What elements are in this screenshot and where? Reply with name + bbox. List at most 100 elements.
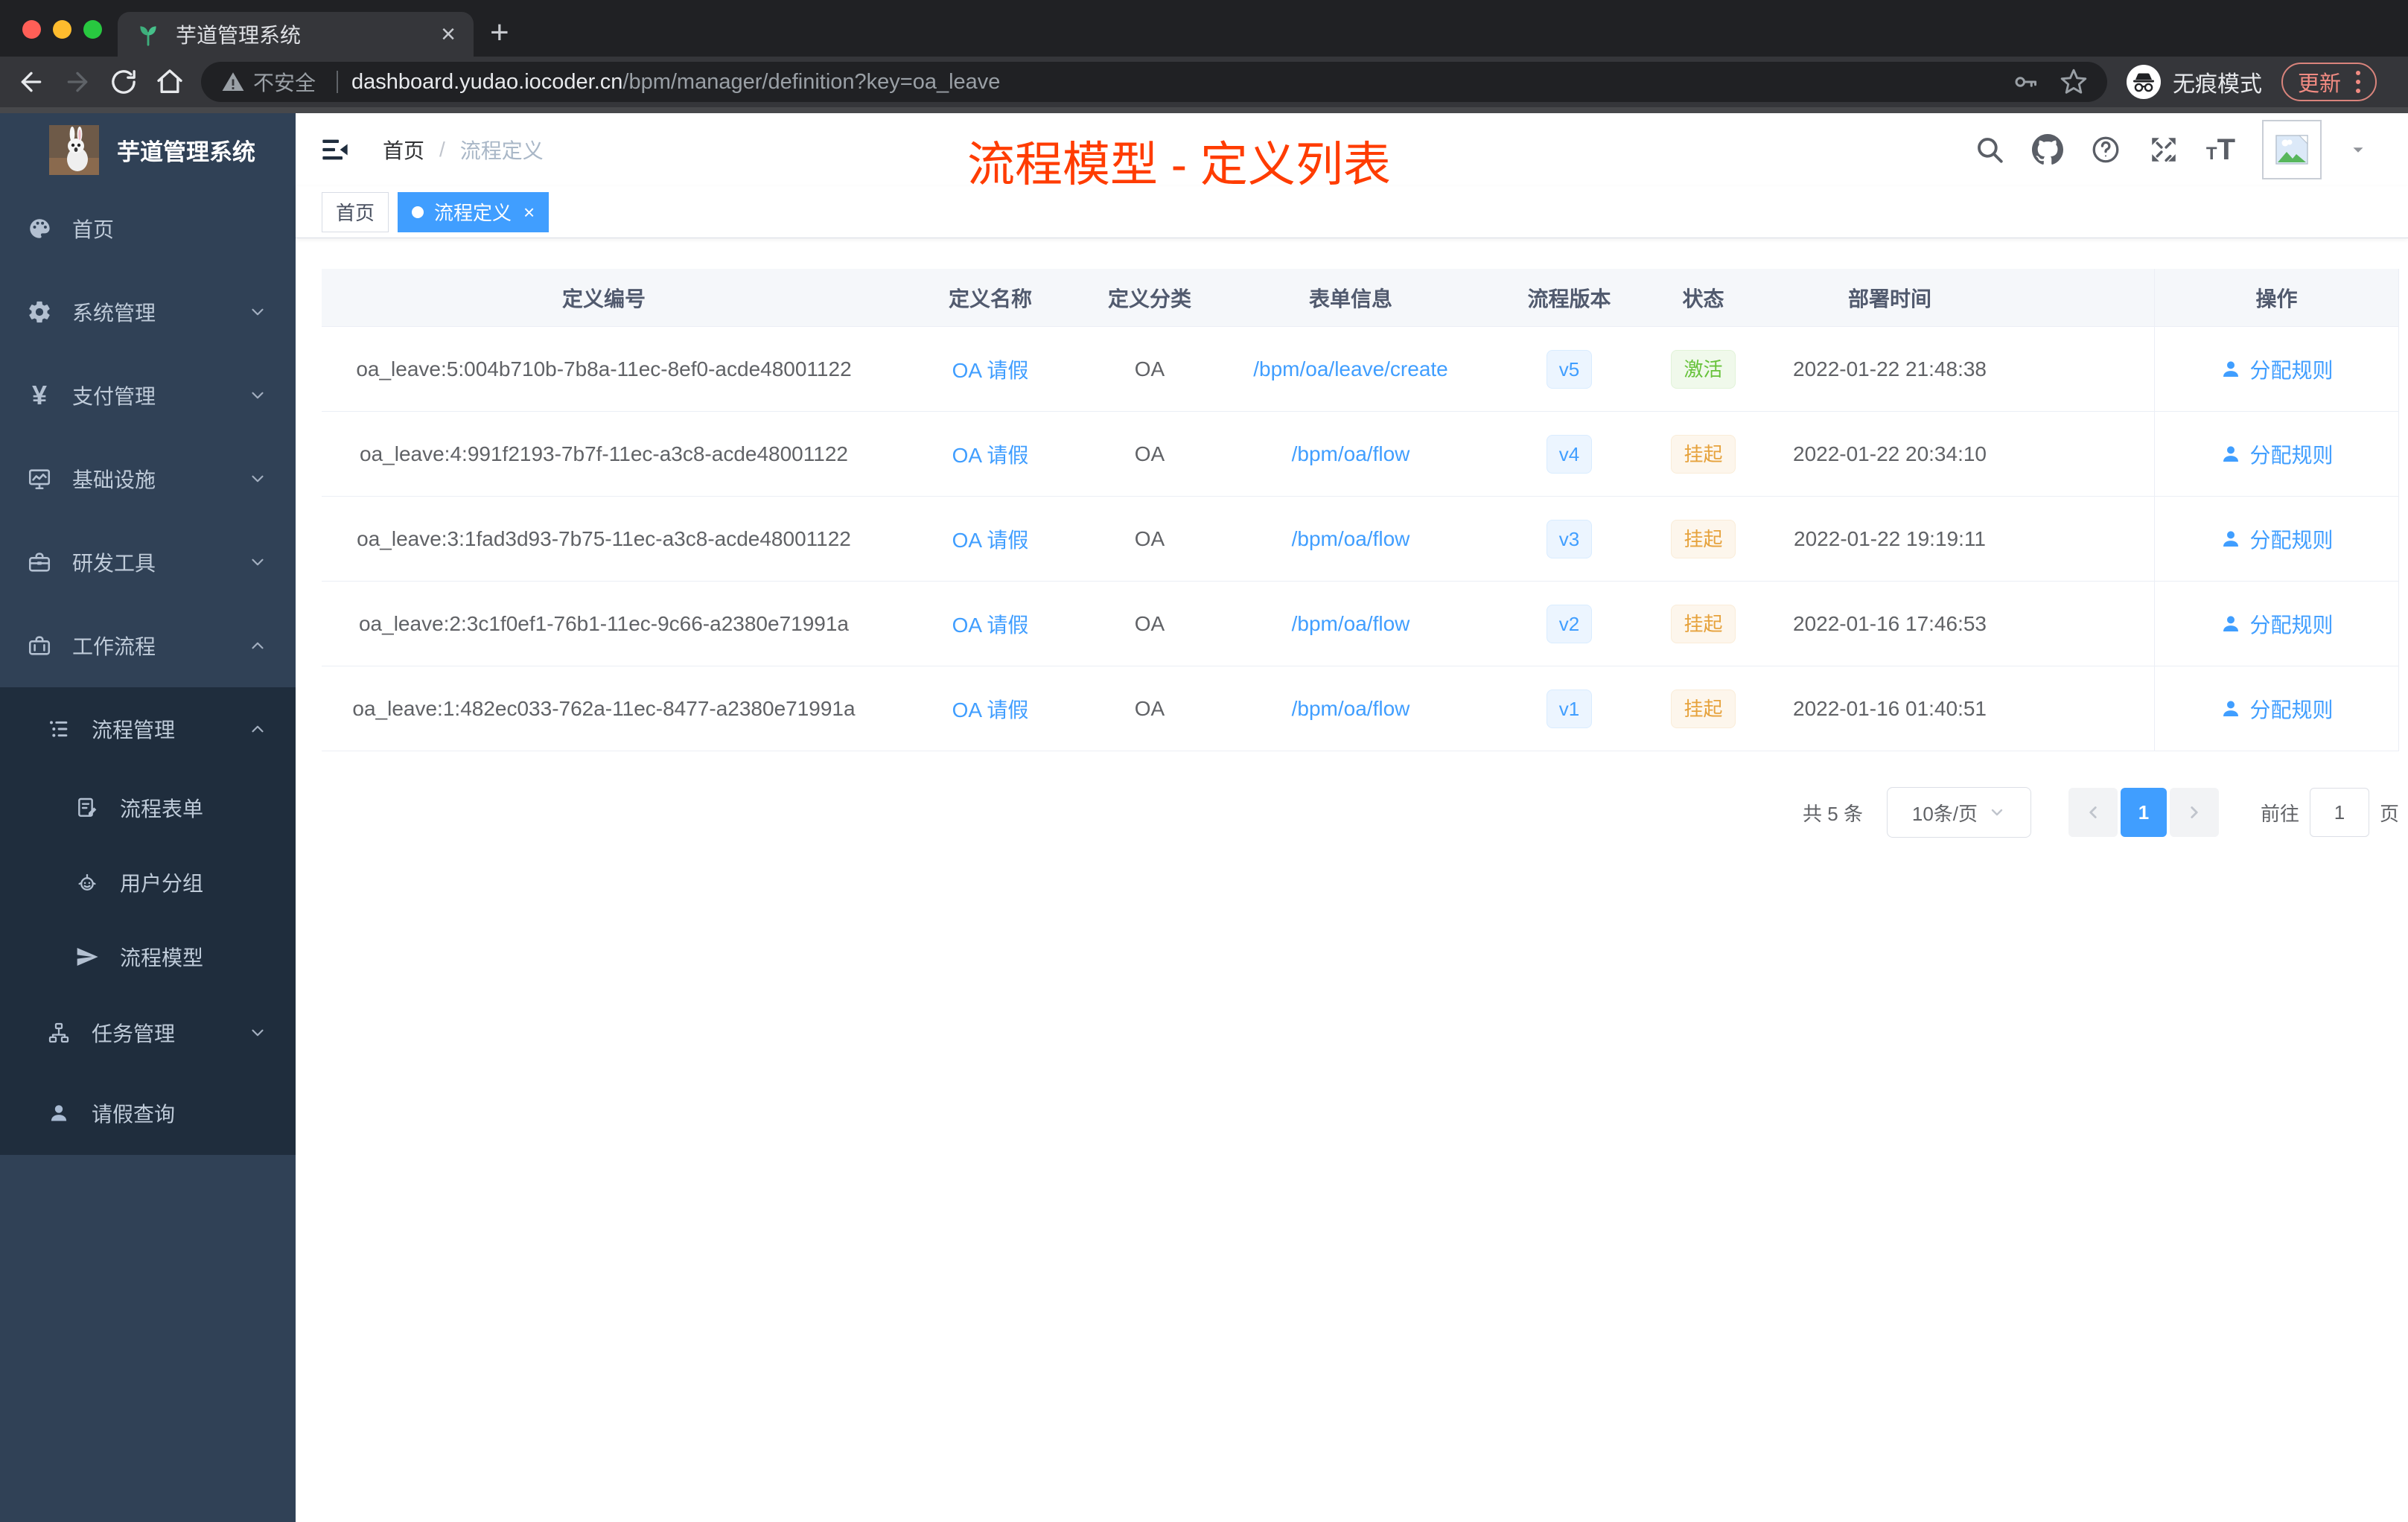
gear-icon (27, 299, 52, 325)
column-header: 状态 (1682, 287, 1724, 311)
pagination: 共 5 条 10条/页 1 前往 页 (322, 787, 2399, 838)
deploy-time: 2022-01-16 17:46:53 (1793, 611, 1987, 635)
form-link[interactable]: /bpm/oa/flow (1292, 527, 1410, 551)
sidebar-item-process-form[interactable]: 流程表单 (0, 771, 296, 845)
chevron-down-icon (1991, 809, 2003, 816)
tag-process-definition[interactable]: 流程定义 × (398, 191, 550, 232)
assign-rule-link[interactable]: 分配规则 (2220, 439, 2334, 469)
definition-category: OA (1134, 526, 1165, 550)
help-icon[interactable] (2090, 134, 2121, 165)
avatar-caret-icon[interactable] (2348, 140, 2368, 159)
definition-id: oa_leave:2:3c1f0ef1-76b1-11ec-9c66-a2380… (358, 611, 849, 635)
fullscreen-icon[interactable] (2148, 134, 2179, 165)
update-label[interactable]: 更新 (2298, 66, 2341, 98)
form-link[interactable]: /bpm/oa/flow (1292, 442, 1410, 466)
tag-close-icon[interactable]: × (523, 203, 535, 222)
status-badge: 挂起 (1671, 519, 1736, 558)
toolbox-icon (27, 550, 52, 575)
tab-close-icon[interactable]: × (441, 22, 456, 47)
column-header: 定义编号 (561, 287, 646, 311)
prev-page-button[interactable] (2068, 788, 2118, 837)
version-badge: v1 (1546, 689, 1593, 728)
form-link[interactable]: /bpm/oa/flow (1292, 697, 1410, 721)
next-page-button[interactable] (2169, 788, 2219, 837)
chevron-down-icon (248, 302, 267, 322)
url-divider (337, 71, 339, 93)
person-icon (46, 1101, 71, 1126)
page-number-button[interactable]: 1 (2120, 788, 2167, 837)
chevron-down-icon (248, 1023, 267, 1042)
robot-face-icon (74, 870, 100, 895)
sidebar-item-leave-query[interactable]: 请假查询 (0, 1072, 296, 1155)
reload-icon[interactable] (109, 67, 138, 97)
window-minimize-button[interactable] (53, 20, 71, 39)
definition-name-link[interactable]: OA 请假 (952, 354, 1029, 384)
deploy-time: 2022-01-22 21:48:38 (1793, 357, 1987, 380)
sidebar-item-process-model[interactable]: 流程模型 (0, 920, 296, 994)
breadcrumb-home[interactable]: 首页 (383, 135, 424, 165)
incognito-label: 无痕模式 (2173, 72, 2262, 97)
definition-name-link[interactable]: OA 请假 (952, 524, 1029, 554)
sidebar-item-label: 工作流程 (72, 635, 156, 658)
sidebar-item-process-management[interactable]: 流程管理 (0, 687, 296, 771)
sidebar-item-system[interactable]: 系统管理 (0, 270, 296, 354)
chevron-up-icon (248, 719, 267, 739)
window-close-button[interactable] (22, 20, 41, 39)
version-badge: v2 (1546, 604, 1593, 643)
workflow-submenu: 流程管理 流程表单 用户分组 流程模型 任务管理 请假查询 (0, 687, 296, 1155)
column-header: 操作 (2154, 269, 2399, 326)
version-badge: v3 (1546, 519, 1593, 558)
form-link[interactable]: /bpm/oa/flow (1292, 612, 1410, 636)
page-unit-label: 页 (2379, 802, 2399, 825)
url-host: dashboard.yudao.iocoder.cn (351, 69, 623, 94)
assign-rule-link[interactable]: 分配规则 (2220, 694, 2334, 724)
sidebar-logo[interactable]: 芋道管理系统 (0, 113, 296, 187)
table-row: oa_leave:5:004b710b-7b8a-11ec-8ef0-acde4… (322, 327, 2399, 412)
sidebar-item-label: 基础设施 (72, 468, 156, 491)
definition-category: OA (1134, 611, 1165, 635)
home-icon[interactable] (155, 67, 185, 97)
breadcrumb-current: 流程定义 (459, 139, 544, 162)
back-icon[interactable] (16, 67, 46, 97)
sidebar-item-infrastructure[interactable]: 基础设施 (0, 437, 296, 520)
definition-table: 定义编号 定义名称 定义分类 表单信息 流程版本 状态 部署时间 操作 oa_l… (322, 269, 2399, 751)
github-icon[interactable] (2031, 134, 2063, 165)
chevron-left-icon (2089, 806, 2097, 818)
address-bar[interactable]: 不安全 dashboard.yudao.iocoder.cn/bpm/manag… (201, 62, 2107, 102)
goto-page-input[interactable] (2309, 788, 2369, 837)
browser-update-button[interactable]: 更新 (2281, 63, 2377, 101)
sidebar-item-devtools[interactable]: 研发工具 (0, 520, 296, 604)
forward-icon[interactable] (63, 67, 92, 97)
definition-name-link[interactable]: OA 请假 (952, 609, 1029, 639)
sidebar-item-home[interactable]: 首页 (0, 187, 296, 270)
sidebar-item-payment[interactable]: ¥ 支付管理 (0, 354, 296, 437)
browser-toolbar: 不安全 dashboard.yudao.iocoder.cn/bpm/manag… (0, 57, 2408, 107)
bookmark-star-icon[interactable] (2060, 68, 2088, 96)
search-icon[interactable] (1974, 134, 2005, 165)
font-size-icon[interactable]: TT (2206, 133, 2235, 167)
sidebar-item-task-management[interactable]: 任务管理 (0, 994, 296, 1072)
definition-name-link[interactable]: OA 请假 (952, 694, 1029, 724)
assign-rule-link[interactable]: 分配规则 (2220, 524, 2334, 554)
sidebar-item-user-group[interactable]: 用户分组 (0, 845, 296, 920)
assign-rule-link[interactable]: 分配规则 (2220, 354, 2334, 384)
window-controls[interactable] (22, 20, 102, 39)
browser-menu-icon[interactable] (2356, 71, 2361, 93)
password-key-icon[interactable] (2012, 69, 2039, 95)
new-tab-button[interactable]: + (490, 16, 509, 49)
security-label[interactable]: 不安全 (253, 67, 316, 97)
avatar[interactable] (2262, 120, 2322, 179)
chevron-right-icon (2191, 806, 2198, 818)
sidebar: 芋道管理系统 首页 系统管理 ¥ 支付管理 基础设施 研发工具 工作流程 流程管… (0, 113, 296, 1522)
window-maximize-button[interactable] (83, 20, 102, 39)
sidebar-collapse-icon[interactable] (320, 135, 350, 165)
definition-name-link[interactable]: OA 请假 (952, 439, 1029, 469)
status-badge: 挂起 (1671, 689, 1736, 728)
tag-home[interactable]: 首页 (322, 191, 389, 232)
browser-tab[interactable]: 芋道管理系统 × (118, 12, 474, 57)
not-secure-warning-icon[interactable] (220, 69, 246, 95)
sidebar-item-workflow[interactable]: 工作流程 (0, 604, 296, 687)
assign-rule-link[interactable]: 分配规则 (2220, 609, 2334, 639)
page-size-select[interactable]: 10条/页 (1886, 787, 2031, 838)
form-link[interactable]: /bpm/oa/leave/create (1253, 357, 1448, 381)
